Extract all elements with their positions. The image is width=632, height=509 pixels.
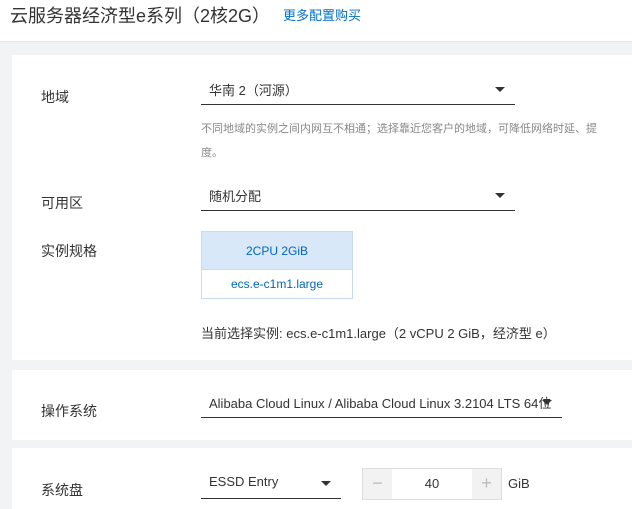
decrement-button[interactable]: − [363,469,392,499]
os-label: 操作系统 [41,403,97,419]
disk-size-input[interactable]: 40 [392,469,472,499]
page-title: 云服务器经济型e系列（2核2G） [10,6,271,26]
instance-panel: 地域 华南 2（河源） 不同地域的实例之间内网互不相通；选择靠近您客户的地域，可… [12,55,632,360]
disk-label: 系统盘 [41,482,83,498]
caret-down-icon [321,481,331,486]
current-selection: 当前选择实例: ecs.e-c1m1.large（2 vCPU 2 GiB，经济… [201,326,556,341]
zone-select[interactable]: 随机分配 [201,181,515,211]
disk-panel: 系统盘 ESSD Entry − 40 + GiB [12,448,632,509]
zone-label: 可用区 [41,195,83,211]
os-panel: 操作系统 Alibaba Cloud Linux / Alibaba Cloud… [12,370,632,440]
spec-card-type: ecs.e-c1m1.large [230,277,324,291]
disk-type-select[interactable]: ESSD Entry [201,469,341,499]
caret-down-icon [495,193,505,198]
region-hint: 不同地域的实例之间内网互不相通；选择靠近您客户的地域，可降低网络时延、提 [201,123,597,135]
more-config-link[interactable]: 更多配置购买 [283,5,361,24]
zone-value: 随机分配 [209,189,262,204]
region-select[interactable]: 华南 2（河源） [201,75,515,105]
disk-size-stepper: − 40 + [362,468,502,500]
caret-down-icon [495,87,505,92]
region-hint-cont: 度。 [201,147,223,159]
increment-button[interactable]: + [472,469,501,499]
spec-label: 实例规格 [41,243,97,259]
caret-down-icon [542,400,552,405]
disk-type-value: ESSD Entry [209,474,279,489]
spec-card[interactable]: 2CPU 2GiB ecs.e-c1m1.large [201,231,353,299]
header: 云服务器经济型e系列（2核2G） 更多配置购买 [0,0,632,42]
disk-unit: GiB [508,476,530,491]
region-value: 华南 2（河源） [209,83,298,98]
spec-card-title: 2CPU 2GiB [202,232,352,270]
os-value: Alibaba Cloud Linux / Alibaba Cloud Linu… [209,396,552,411]
os-select[interactable]: Alibaba Cloud Linux / Alibaba Cloud Linu… [201,388,562,418]
region-label: 地域 [41,89,69,105]
